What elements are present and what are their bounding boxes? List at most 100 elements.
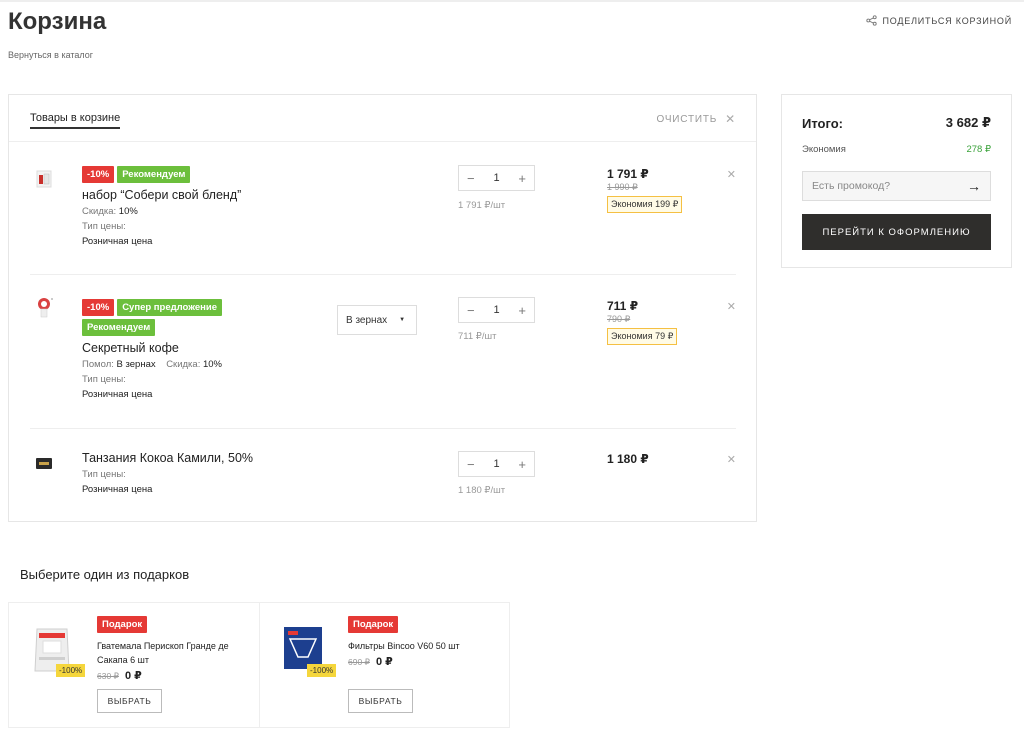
options-line: Помол: В зернах Скидка: 10% [82, 359, 252, 370]
top-divider [0, 0, 1024, 2]
gift-price-line: 690 ₽ 0 ₽ [348, 655, 393, 668]
quantity-value[interactable]: 1 [493, 172, 499, 184]
discount-value: 10% [118, 206, 138, 217]
super-offer-badge: Супер предложение [117, 299, 222, 316]
gift-price: 0 ₽ [375, 656, 393, 668]
economy-label: Экономия [802, 144, 846, 155]
recommend-badge: Рекомендуем [117, 166, 191, 183]
price-type-value: Розничная цена [82, 389, 153, 400]
gift-price: 0 ₽ [124, 670, 142, 682]
choose-gift-button[interactable]: ВЫБРАТЬ [97, 689, 162, 713]
product-name[interactable]: набор “Собери свой бленд” [82, 188, 252, 202]
product-name[interactable]: Секретный кофе [82, 341, 252, 355]
back-to-catalog-link[interactable]: Вернуться в каталог [8, 50, 93, 60]
clear-cart-button[interactable]: ОЧИСТИТЬ ✕ [656, 112, 736, 126]
recommend-badge: Рекомендуем [82, 319, 156, 336]
cart-panel: Товары в корзине ОЧИСТИТЬ ✕ -10% Рекомен… [8, 94, 757, 522]
price-type-label: Тип цены: [82, 374, 126, 385]
grind-label: Помол: [82, 359, 114, 370]
total-row: Итого: 3 682 ₽ [802, 115, 991, 131]
price-type-label: Тип цены: [82, 469, 126, 480]
unit-price: 711 ₽/шт [458, 331, 497, 342]
order-summary: Итого: 3 682 ₽ Экономия 278 ₽ Есть промо… [781, 94, 1012, 268]
gift-badge: Подарок [348, 616, 399, 633]
checkout-button[interactable]: ПЕРЕЙТИ К ОФОРМЛЕНИЮ [802, 214, 991, 250]
remove-item-icon[interactable]: ✕ [727, 453, 736, 466]
old-price: 790 ₽ [607, 314, 631, 324]
grind-value: В зернах [116, 359, 156, 370]
gifts-list: -100% Подарок Гватемала Перископ Гранде … [8, 602, 510, 728]
unit-price: 1 180 ₽/шт [458, 485, 506, 496]
cart-item: -10% Супер предложение Рекомендуем Секре… [30, 275, 736, 429]
item-price: 711 ₽ [607, 299, 639, 313]
chevron-down-icon: ▼ [399, 317, 406, 323]
discount-badge: -10% [82, 166, 115, 183]
plus-icon[interactable]: + [518, 457, 526, 472]
discount-label: Скидка: [166, 359, 201, 370]
choose-gift-button[interactable]: ВЫБРАТЬ [348, 689, 413, 713]
item-info: -10% Рекомендуем набор “Собери свой блен… [82, 166, 252, 247]
gift-name[interactable]: Фильтры Bincoo V60 50 шт [348, 639, 498, 653]
plus-icon[interactable]: + [518, 303, 526, 318]
grind-select[interactable]: В зернах ▼ [337, 305, 417, 335]
gift-card: -100% Подарок Гватемала Перископ Гранде … [9, 603, 259, 727]
discount-badge: -10% [82, 299, 115, 316]
gifts-title: Выберите один из подарков [20, 567, 190, 582]
item-info: -10% Супер предложение Рекомендуем Секре… [82, 299, 252, 400]
remove-item-icon[interactable]: ✕ [727, 300, 736, 313]
promo-code-input[interactable]: Есть промокод? → [802, 171, 991, 201]
cart-item: Танзания Кокоа Камили, 50% Тип цены: Роз… [30, 429, 736, 521]
share-label: ПОДЕЛИТЬСЯ КОРЗИНОЙ [882, 15, 1012, 26]
total-label: Итого: [802, 115, 843, 131]
arrow-right-icon[interactable]: → [967, 178, 981, 194]
product-image [36, 458, 52, 469]
gift-badge: Подарок [97, 616, 148, 633]
discount-label: Скидка: [82, 206, 117, 217]
quantity-stepper: − 1 + [458, 297, 535, 323]
clear-label: ОЧИСТИТЬ [656, 113, 718, 125]
gift-discount-badge: -100% [56, 664, 86, 677]
cart-header: Товары в корзине ОЧИСТИТЬ ✕ [9, 95, 756, 142]
item-price: 1 791 ₽ [607, 167, 649, 181]
discount-line: Скидка: 10% [82, 206, 252, 217]
item-info: Танзания Кокоа Камили, 50% Тип цены: Роз… [82, 451, 253, 495]
gift-price-line: 630 ₽ 0 ₽ [97, 669, 142, 682]
cart-item: -10% Рекомендуем набор “Собери свой блен… [30, 143, 736, 275]
close-icon: ✕ [725, 112, 736, 126]
remove-item-icon[interactable]: ✕ [727, 168, 736, 181]
quantity-value[interactable]: 1 [493, 304, 499, 316]
share-icon [865, 15, 877, 26]
quantity-stepper: − 1 + [458, 165, 535, 191]
total-value: 3 682 ₽ [945, 115, 991, 130]
economy-value: 278 ₽ [966, 144, 991, 155]
share-cart-button[interactable]: ПОДЕЛИТЬСЯ КОРЗИНОЙ [865, 15, 1012, 26]
old-price: 1 990 ₽ [607, 182, 638, 192]
saving-badge: Экономия 79 ₽ [607, 328, 678, 345]
price-type-value: Розничная цена [82, 236, 153, 247]
product-image [36, 170, 52, 188]
tab-cart-items[interactable]: Товары в корзине [30, 112, 121, 129]
quantity-stepper: − 1 + [458, 451, 535, 477]
plus-icon[interactable]: + [518, 171, 526, 186]
minus-icon[interactable]: − [467, 171, 475, 186]
page-title: Корзина [8, 8, 107, 35]
promo-placeholder: Есть промокод? [812, 180, 891, 192]
gift-name[interactable]: Гватемала Перископ Гранде де Сакапа 6 шт [97, 639, 247, 667]
economy-row: Экономия 278 ₽ [802, 144, 991, 155]
unit-price: 1 791 ₽/шт [458, 200, 506, 211]
gift-discount-badge: -100% [307, 664, 337, 677]
quantity-value[interactable]: 1 [493, 458, 499, 470]
grind-select-value: В зернах [346, 314, 388, 326]
product-name[interactable]: Танзания Кокоа Камили, 50% [82, 451, 253, 465]
price-type-label: Тип цены: [82, 221, 126, 232]
item-price: 1 180 ₽ [607, 452, 649, 466]
gift-old-price: 690 ₽ [348, 657, 370, 667]
minus-icon[interactable]: − [467, 303, 475, 318]
saving-badge: Экономия 199 ₽ [607, 196, 683, 213]
price-type-value: Розничная цена [82, 484, 153, 495]
gift-old-price: 630 ₽ [97, 671, 119, 681]
gift-card: -100% Подарок Фильтры Bincoo V60 50 шт 6… [259, 603, 509, 727]
minus-icon[interactable]: − [467, 457, 475, 472]
discount-value: 10% [202, 359, 222, 370]
product-image [38, 298, 53, 318]
